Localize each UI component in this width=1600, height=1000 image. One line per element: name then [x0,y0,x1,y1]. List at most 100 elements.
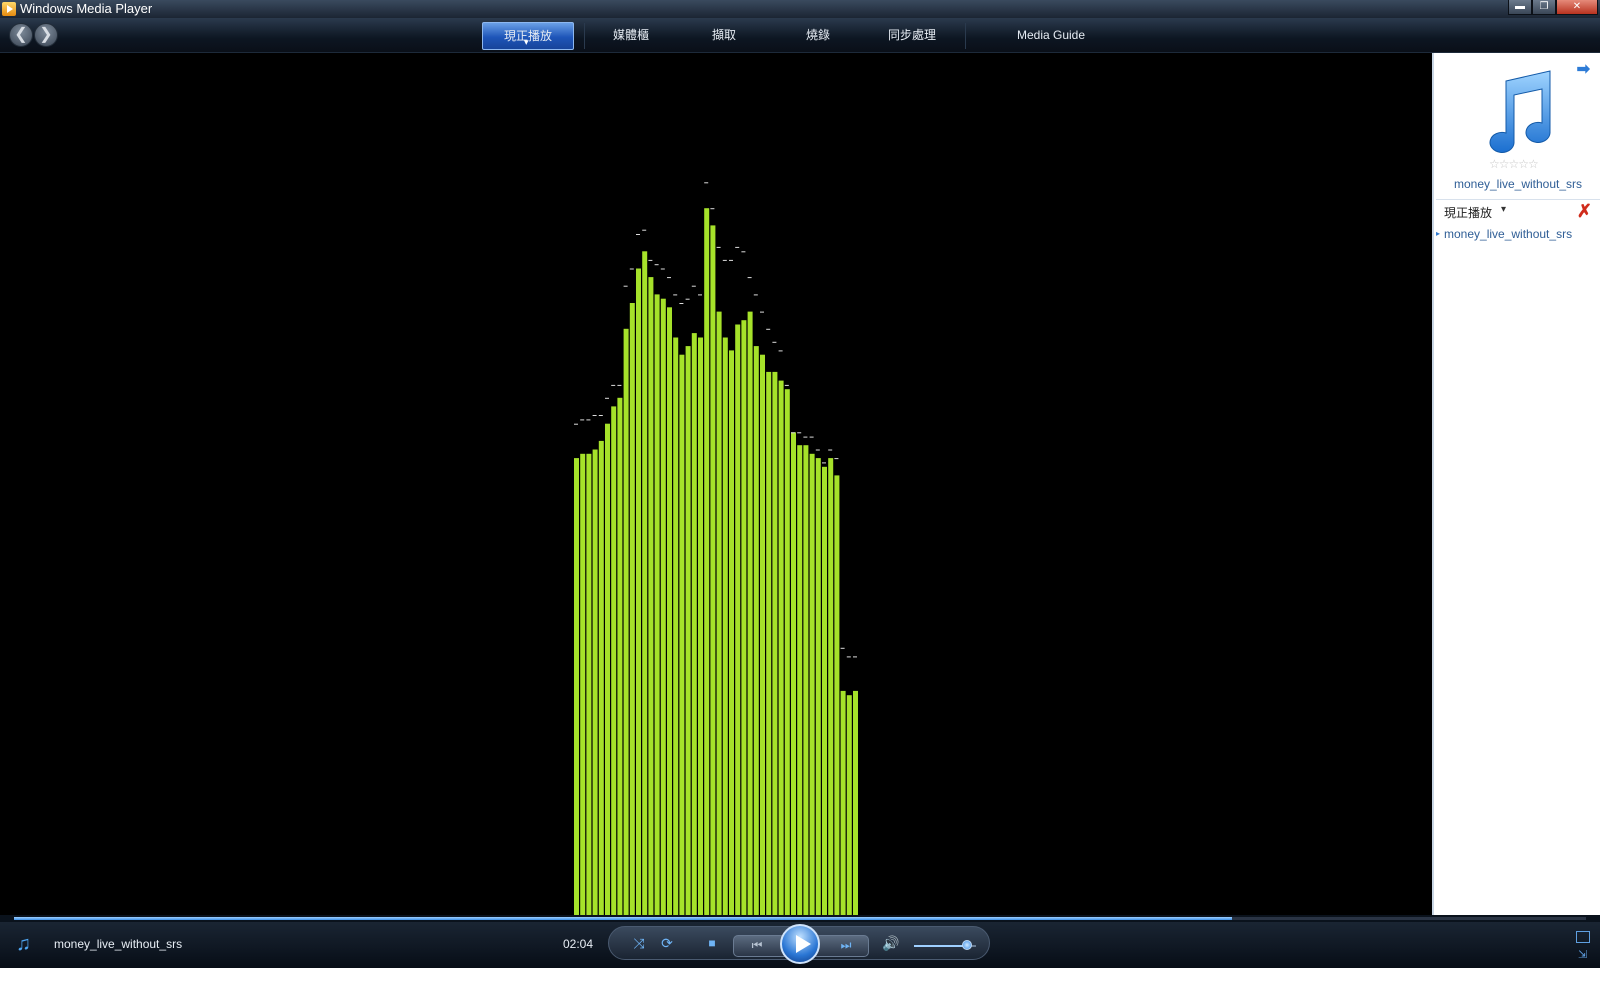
spectrum-bar [586,453,592,915]
spectrum-bar [710,225,716,915]
playlist-item[interactable]: ▸ money_live_without_srs [1436,227,1573,241]
tab-now-playing[interactable]: 現正播放 [482,22,574,55]
volume-thumb[interactable] [962,940,972,950]
spectrum-bar [617,397,623,915]
forward-button[interactable]: ❯ [34,23,58,47]
chevron-down-icon[interactable]: ▾ [1501,204,1506,215]
spectrum-peak [617,384,622,386]
spectrum-peak [586,419,591,421]
spectrum-peak [729,259,733,261]
transport-controls: ♫ money_live_without_srs 02:04 ⤨ ⟳ ■ ⏮ ⏭… [0,922,1600,968]
spectrum-peak [741,251,746,253]
seek-progress [14,917,1232,920]
spectrum-bar [809,453,815,915]
music-note-icon: ♫ [16,933,31,955]
arrow-right-icon[interactable]: ➡ [1577,59,1590,79]
play-button[interactable] [780,924,820,964]
clear-list-icon[interactable]: ✗ [1577,201,1592,222]
restore-button[interactable]: ❐ [1532,0,1556,15]
spectrum-peak [698,294,702,296]
spectrum-peak [629,268,634,270]
spectrum-bar [704,208,710,915]
spectrum-bar [605,423,610,915]
spectrum-bar [642,251,648,915]
window-title: Windows Media Player [20,1,153,16]
tab-rip[interactable]: 擷取 [677,22,771,50]
spectrum-peak [766,328,771,330]
close-button[interactable]: ✕ [1556,0,1598,15]
spectrum-peak [605,397,609,399]
spectrum-peak [710,208,715,210]
spectrum-peak [691,285,696,287]
spectrum-bar [747,311,753,915]
seek-bar[interactable] [0,915,1600,922]
mini-mode-icon[interactable]: ⇲ [1578,948,1587,961]
spectrum-bar [741,320,747,915]
tab-sync[interactable]: 同步處理 [865,22,959,50]
previous-icon[interactable]: ⏮ [744,936,770,954]
spectrum-peak [760,311,764,313]
spectrum-bar [760,354,765,915]
spectrum-peak [834,458,839,460]
feature-tabs: 現正播放 媒體櫃 擷取 燒錄 同步處理 Media Guide [482,22,1136,55]
spectrum-bar [766,371,772,915]
tab-media-guide[interactable]: Media Guide [966,22,1136,50]
spectrum-peak [803,436,808,438]
spectrum-bar [791,432,796,915]
spectrum-peak [648,259,653,261]
spectrum-peak [840,647,845,649]
spectrum-peak [815,449,820,451]
spectrum-bar [636,268,641,915]
spectrum-peak [598,415,603,416]
album-track-title[interactable]: money_live_without_srs [1434,177,1600,191]
window-controls: ▬ ❐ ✕ [1508,0,1598,16]
spectrum-peak [772,341,777,343]
spectrum-bar [834,475,840,915]
stop-icon[interactable]: ■ [703,934,721,952]
playlist-item-label: money_live_without_srs [1444,227,1573,241]
spectrum-bar [815,458,821,915]
spectrum-bar [778,380,784,915]
spectrum-peak [722,259,727,261]
volume-icon[interactable]: 🔊 [882,934,900,952]
spectrum-peak [735,246,740,248]
spectrum-peak [642,229,647,231]
spectrum-peak [679,303,684,304]
spectrum-bar [803,445,809,915]
playlist-title[interactable]: 現正播放 [1444,204,1492,221]
spectrum-bar [716,311,722,915]
minimize-button[interactable]: ▬ [1508,0,1532,15]
spectrum-bar [691,333,697,915]
spectrum-bar [598,440,604,915]
spectrum-bar [660,298,666,915]
spectrum-bar [673,337,679,915]
elapsed-time[interactable]: 02:04 [563,937,593,951]
switch-to-skin-icon[interactable] [1576,931,1590,943]
list-pane: ➡ ☆☆☆☆☆ money_live_without_srs 現正播放 ▾ ✗ … [1432,53,1600,915]
spectrum-bar [753,346,759,915]
spectrum-bar [623,328,629,915]
shuffle-icon[interactable]: ⤨ [630,934,648,952]
rating-stars[interactable]: ☆☆☆☆☆ [1489,157,1539,171]
tab-library[interactable]: 媒體櫃 [585,22,677,50]
tab-burn[interactable]: 燒錄 [771,22,865,50]
spectrum-bar [679,354,685,915]
spectrum-bar [580,453,586,915]
next-icon[interactable]: ⏭ [833,936,859,954]
music-note-icon [1489,70,1551,153]
pane-divider [1436,199,1600,200]
back-button[interactable]: ❮ [9,23,33,47]
spectrum-bar [729,350,734,915]
wmp-app-icon[interactable] [2,2,16,16]
spectrum-peak [636,234,640,235]
repeat-icon[interactable]: ⟳ [658,934,676,952]
spectrum-bar [772,371,778,915]
spectrum-peak [822,462,826,464]
spectrum-bar [822,466,827,915]
spectrum-peak [592,415,597,416]
spectrum-bar [722,337,728,915]
visualization-area[interactable] [0,53,1432,915]
spectrum-peak [846,656,851,658]
spectrum-visualization [574,182,858,915]
spectrum-bar [828,458,834,915]
